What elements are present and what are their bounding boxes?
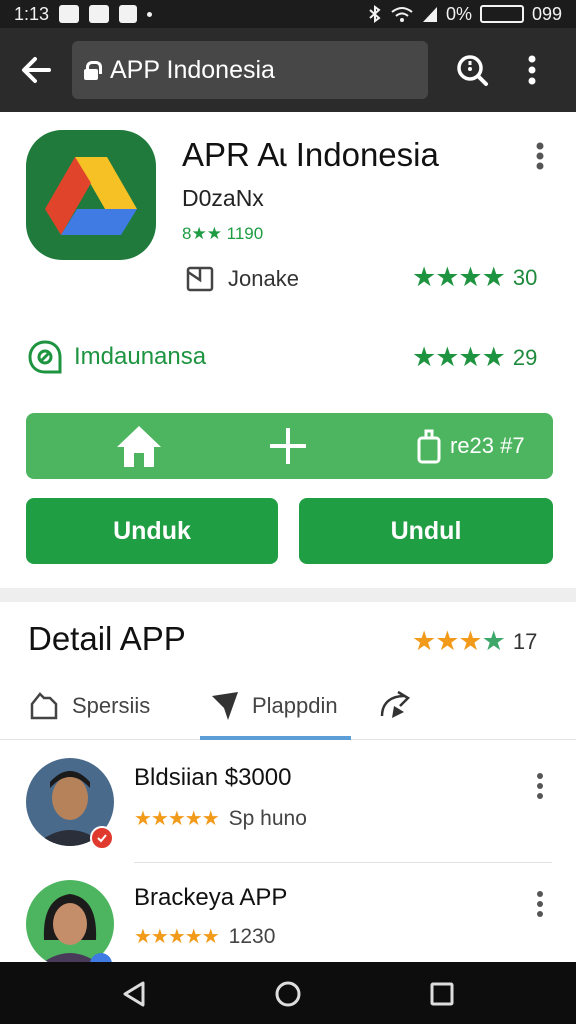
section-divider [0,588,576,602]
info-rating: ★★★★ 30 [412,262,537,293]
plus-icon [270,428,306,464]
triangle-back-icon [123,981,145,1007]
developer-name[interactable]: D0zaNx [182,185,264,212]
nav-recents-button[interactable] [422,974,462,1014]
notification-icon [89,5,110,23]
status-right-text: 099 [531,3,562,24]
review-rating: ★★★★★ 1230 [134,924,275,949]
share-label: re23 #7 [450,433,525,458]
nav-home-button[interactable] [268,974,308,1014]
square-recents-icon [430,982,454,1006]
tag-rating-value: 29 [512,344,538,370]
row-divider [134,862,552,863]
app-rating-label: 8★★ 1190 [182,224,264,243]
home-icon [117,426,161,467]
list-item[interactable]: Bldsiian $3000 ★★★★★ Sp huno [0,750,576,860]
add-button[interactable] [264,423,312,469]
leaf-badge-icon [28,340,62,374]
star-rating-icon: ★★★★★ [134,926,220,948]
tag-rating: ★★★★ 29 [412,342,537,373]
tab-label: Plappdin [252,693,338,718]
review-rating: ★★★★★ Sp huno [134,806,307,831]
mail-icon [186,266,214,292]
star-rating-icon: ★★★★ [412,626,506,656]
tab-plappdin[interactable]: Plappdin [210,684,338,728]
url-field[interactable]: APP Indonesia [72,41,428,99]
wifi-icon [391,7,413,22]
battery-percent: 0% [445,3,472,24]
bluetooth-icon [369,5,381,23]
info-text: Jonake [228,266,299,291]
system-nav-bar [0,962,576,1024]
tab-label: Spersiis [72,693,151,718]
lock-icon [84,61,102,80]
more-vertical-icon [537,773,543,799]
share-icon [417,429,441,464]
drive-logo-icon [45,157,137,235]
star-rating-icon: ★★★★ [412,342,506,372]
review-name: Bldsiian $3000 [134,764,292,791]
app-title: APR Aɩ Indonesia [182,136,439,173]
back-button[interactable] [0,28,72,112]
notification-icon [59,5,80,23]
back-arrow-icon [22,57,51,83]
download-button-right[interactable]: Undul [299,498,553,564]
overflow-menu-button[interactable] [502,28,562,112]
download-button-left[interactable]: Unduk [26,498,278,564]
info-rating-value: 30 [512,264,538,290]
app-more-button[interactable] [524,136,556,176]
more-notifications-icon [147,11,153,17]
tab-send[interactable] [378,684,426,728]
star-rating-icon: ★★★★★ [134,808,220,830]
review-more-button[interactable] [526,766,554,806]
tag-text[interactable]: Imdaunansa [74,343,206,371]
app-icon[interactable] [26,130,156,260]
more-vertical-icon [537,891,543,917]
review-name: Brackeya APP [134,884,288,911]
url-text: APP Indonesia [110,55,275,84]
signal-icon [422,7,437,22]
home-button[interactable] [114,423,164,469]
star-rating-icon: ★★★★ [412,262,506,292]
outline-shape-icon [30,692,58,720]
tab-spersiis[interactable]: Spersiis [28,684,150,728]
send-icon [380,690,411,718]
search-icon [457,55,488,86]
action-bar: re23 #7 [26,413,553,479]
share-button[interactable]: re23 #7 [416,423,525,469]
more-vertical-icon [528,55,536,85]
tab-bar: Spersiis Plappdin [0,672,576,740]
review-subtext: 1230 [228,924,276,948]
battery-icon [479,5,524,23]
verified-badge-icon [90,826,114,850]
browser-toolbar: APP Indonesia [0,28,576,112]
notification-icon [119,5,138,23]
review-more-button[interactable] [526,884,554,924]
active-tab-indicator [200,736,351,740]
review-subtext: Sp huno [228,806,307,830]
status-time: 1:13 [14,3,50,24]
paper-plane-icon [212,692,238,720]
detail-rating: ★★★★ 17 [412,626,537,657]
circle-home-icon [275,981,301,1007]
nav-back-button[interactable] [114,974,154,1014]
more-vertical-icon [536,142,544,170]
status-bar: 1:13 0% 099 [0,0,576,28]
detail-rating-value: 17 [512,628,538,654]
detail-title: Detail APP [28,620,186,657]
search-button[interactable] [442,28,502,112]
